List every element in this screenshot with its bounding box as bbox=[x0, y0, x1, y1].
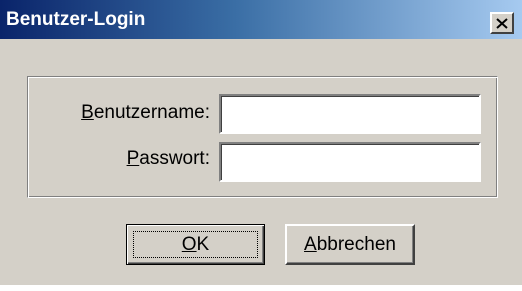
close-icon bbox=[496, 17, 508, 29]
password-label: Passwort: bbox=[127, 148, 210, 170]
window-title: Benutzer-Login bbox=[6, 9, 146, 30]
title-bar[interactable]: Benutzer-Login bbox=[0, 0, 522, 39]
username-input[interactable] bbox=[219, 94, 481, 134]
password-label-text: asswort: bbox=[139, 148, 210, 169]
login-dialog: Benutzer-Login Benutzername: Passwort: O… bbox=[0, 0, 522, 291]
username-label-text: enutzername: bbox=[93, 102, 210, 123]
username-label: Benutzername: bbox=[81, 102, 210, 124]
cancel-button[interactable]: Abbrechen bbox=[285, 224, 415, 265]
close-button[interactable] bbox=[490, 12, 514, 34]
cancel-button-mnemonic: A bbox=[304, 233, 317, 255]
ok-button[interactable]: OK bbox=[126, 224, 265, 265]
password-input[interactable] bbox=[219, 142, 481, 182]
username-label-mnemonic: B bbox=[81, 102, 94, 123]
password-label-mnemonic: P bbox=[126, 148, 140, 169]
focus-rectangle bbox=[133, 231, 258, 258]
cancel-button-text: bbrechen bbox=[316, 233, 396, 255]
